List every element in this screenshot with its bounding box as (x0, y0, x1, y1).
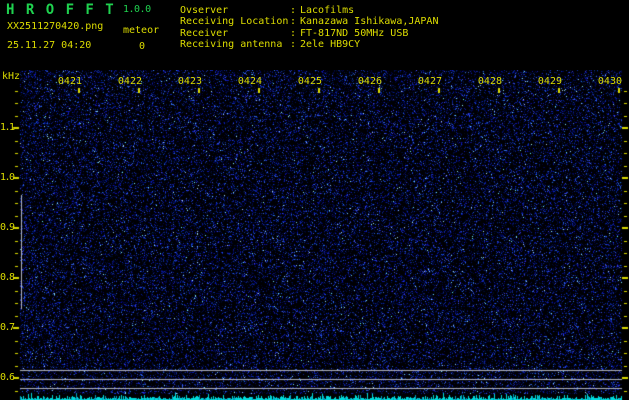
output-filename: XX2511270420.png (7, 21, 104, 32)
y-tick-label-1.1: 1.1 (0, 122, 15, 133)
station-info: Ovserver: Lacofilms Receiving Location: Ka… (180, 5, 438, 51)
info-row-antenna: Receiving antenna:2ele HB9CY (180, 39, 438, 50)
y-tick-label-0.7: 0.7 (0, 322, 15, 333)
mode-label: meteor (123, 25, 160, 36)
info-label: Receiver (180, 27, 229, 39)
x-tick-label-0428: 0428 (477, 76, 502, 87)
info-row-observer: Ovserver: Lacofilms (180, 5, 438, 16)
hrofft-screen: H R O F F T 1.0.0 XX2511270420.png meteo… (0, 0, 629, 400)
info-separator: : (290, 27, 297, 39)
x-tick-label-0430: 0430 (597, 76, 622, 87)
info-label: Receiving antenna (180, 39, 283, 51)
y-tick-label-0.6: 0.6 (0, 372, 15, 383)
info-label: Receiving Location (180, 16, 289, 28)
x-tick-label-0423: 0423 (177, 76, 202, 87)
info-label: Ovserver (180, 5, 229, 16)
info-row-location: Receiving Location: Kanazawa Ishikawa,JAP… (180, 16, 438, 27)
info-separator: : (290, 39, 297, 51)
info-row-receiver: Receiver: FT-817ND 50MHz USB (180, 28, 438, 39)
info-separator: : (290, 16, 297, 28)
spectrogram-canvas (0, 70, 629, 400)
x-tick-label-0429: 0429 (537, 76, 562, 87)
datetime-label: 25.11.27 04:20 (7, 40, 92, 51)
meteor-count: 0 (139, 41, 146, 52)
y-axis-unit: kHz (2, 71, 21, 82)
info-value: Lacofilms (300, 5, 355, 16)
x-tick-label-0424: 0424 (237, 76, 262, 87)
info-separator: : (290, 5, 297, 16)
info-value: 2ele HB9CY (300, 39, 361, 51)
x-tick-label-0427: 0427 (417, 76, 442, 87)
y-tick-label-1.0: 1.0 (0, 172, 15, 183)
app-version: 1.0.0 (123, 4, 151, 15)
info-value: FT-817ND 50MHz USB (300, 27, 409, 39)
x-tick-label-0422: 0422 (117, 76, 142, 87)
x-tick-label-0426: 0426 (357, 76, 382, 87)
y-tick-label-0.8: 0.8 (0, 272, 15, 283)
x-tick-label-0421: 0421 (57, 76, 82, 87)
x-tick-label-0425: 0425 (297, 76, 322, 87)
y-tick-label-0.9: 0.9 (0, 222, 15, 233)
app-title: H R O F F T (6, 2, 116, 18)
info-value: Kanazawa Ishikawa,JAPAN (300, 16, 439, 28)
